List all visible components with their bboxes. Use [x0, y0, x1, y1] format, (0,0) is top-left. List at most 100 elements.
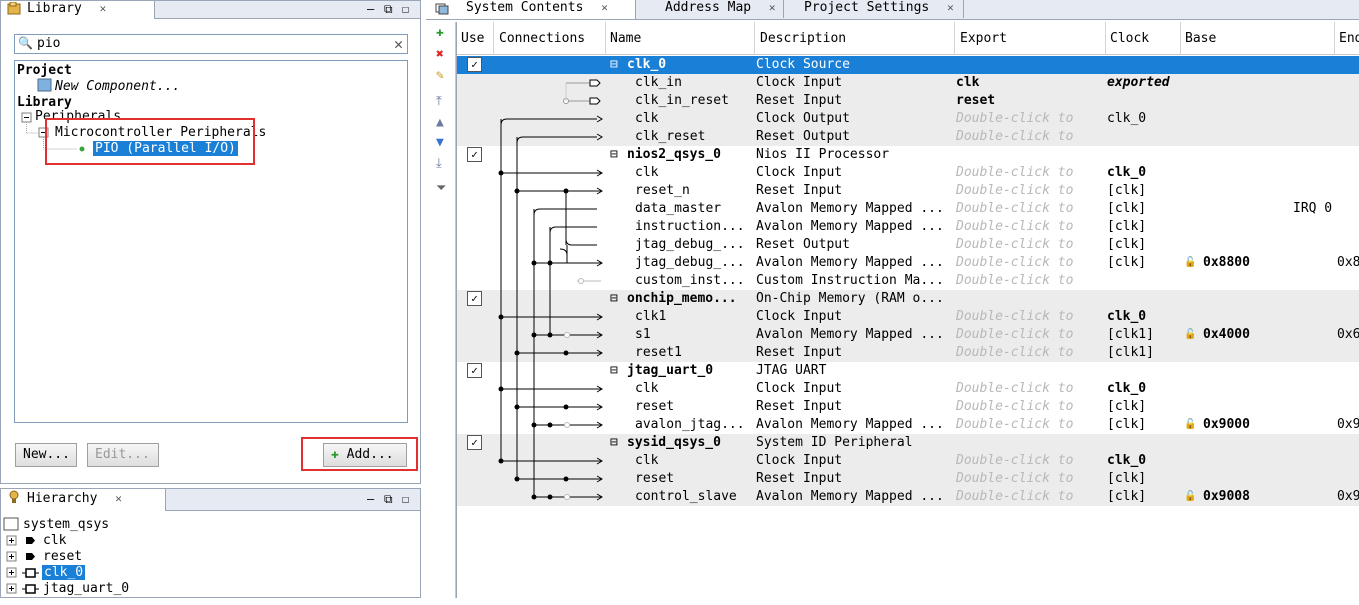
component-row[interactable]: ✓ ⊟ clk_0 Clock Source [457, 56, 1359, 74]
new-button[interactable]: New... [15, 443, 77, 467]
minimize-icon[interactable]: — [367, 492, 374, 506]
component-row[interactable]: ✓ ⊟ onchip_memo... On-Chip Memory (RAM o... [457, 290, 1359, 308]
restore-icon[interactable]: ⧉ [384, 492, 393, 507]
minimize-icon[interactable]: — [367, 2, 374, 16]
use-checkbox[interactable]: ✓ [467, 291, 482, 306]
interface-row[interactable]: control_slave Avalon Memory Mapped ... Dou… [457, 488, 1359, 506]
hierarchy-item-clk[interactable]: clk [43, 533, 66, 548]
hierarchy-item-reset[interactable]: reset [43, 549, 82, 564]
column-header-end[interactable]: End [1339, 31, 1359, 46]
collapse-icon[interactable]: ⊟ [610, 57, 618, 72]
close-icon[interactable]: ✕ [947, 1, 954, 14]
use-checkbox[interactable]: ✓ [467, 147, 482, 162]
lock-icon[interactable]: 🔓 [1184, 419, 1196, 430]
tab-system-contents[interactable]: System Contents ✕ [426, 0, 636, 19]
filter-icon[interactable]: ⏷ [436, 182, 446, 196]
use-checkbox[interactable]: ✓ [467, 363, 482, 378]
edit-icon[interactable]: ✎ [436, 69, 444, 83]
interface-row[interactable]: jtag_debug_... Avalon Memory Mapped ... Do… [457, 254, 1359, 272]
interface-row[interactable]: reset Reset Input Double-click to [clk] [457, 470, 1359, 488]
use-checkbox[interactable]: ✓ [467, 57, 482, 72]
restore-icon[interactable]: ⧉ [384, 2, 393, 17]
interface-row[interactable]: jtag_debug_... Reset Output Double-click t… [457, 236, 1359, 254]
library-icon [7, 1, 22, 16]
column-header-export[interactable]: Export [960, 31, 1007, 46]
tab-library[interactable]: Library ✕ [1, 1, 155, 19]
hierarchy-item-clk-0[interactable]: clk_0 [42, 565, 86, 580]
clear-search-icon[interactable]: ✕ [394, 35, 403, 53]
collapse-icon[interactable]: ⊟ [610, 147, 618, 162]
lock-icon[interactable]: 🔓 [1184, 491, 1196, 502]
interface-name: jtag_debug_... [635, 237, 745, 252]
move-up-icon[interactable]: ▲ [436, 116, 444, 130]
close-icon[interactable]: ✕ [115, 492, 122, 505]
interface-name: avalon_jtag... [635, 417, 745, 432]
collapse-icon[interactable]: ⊟ [610, 435, 618, 450]
interface-row[interactable]: reset_n Reset Input Double-click to [clk] [457, 182, 1359, 200]
description: Reset Input [756, 183, 843, 198]
column-header-name[interactable]: Name [610, 31, 641, 46]
interface-row[interactable]: clk_in Clock Input clk exported [457, 74, 1359, 92]
interface-row[interactable]: clk1 Clock Input Double-click to clk_0 [457, 308, 1359, 326]
system-contents-icon [434, 1, 449, 15]
maximize-icon[interactable]: ☐ [402, 492, 409, 506]
component-row[interactable]: ✓ ⊟ sysid_qsys_0 System ID Peripheral [457, 434, 1359, 452]
component-name: nios2_qsys_0 [627, 147, 721, 162]
interface-row[interactable]: clk_in_reset Reset Input reset [457, 92, 1359, 110]
component-row[interactable]: ✓ ⊟ nios2_qsys_0 Nios II Processor [457, 146, 1359, 164]
interface-name: clk_in_reset [635, 93, 729, 108]
search-input[interactable]: 🔍 pio ✕ [14, 34, 408, 54]
interface-row[interactable]: instruction... Avalon Memory Mapped ... Do… [457, 218, 1359, 236]
interface-name: reset [635, 399, 675, 414]
component-row[interactable]: ✓ ⊟ jtag_uart_0 JTAG UART [457, 362, 1359, 380]
export-hint: Double-click to [956, 489, 1074, 504]
maximize-icon[interactable]: ☐ [402, 2, 409, 16]
move-top-icon[interactable]: ⤒ [436, 95, 442, 109]
interface-row[interactable]: clk Clock Input Double-click to clk_0 [457, 452, 1359, 470]
add-button[interactable]: ✚ Add... [323, 443, 407, 467]
description: Reset Input [756, 399, 843, 414]
export-hint: Double-click to [956, 471, 1074, 486]
column-header-clock[interactable]: Clock [1110, 31, 1149, 46]
tab-hierarchy[interactable]: Hierarchy ✕ [1, 489, 166, 511]
edit-button[interactable]: Edit... [87, 443, 159, 467]
interface-row[interactable]: clk Clock Input Double-click to clk_0 [457, 164, 1359, 182]
close-icon[interactable]: ✕ [100, 2, 107, 15]
tab-address-map[interactable]: Address Map ✕ [639, 0, 784, 18]
lock-icon[interactable]: 🔓 [1184, 257, 1196, 268]
column-header-description[interactable]: Description [760, 31, 846, 46]
hierarchy-item-system-qsys[interactable]: system_qsys [23, 517, 109, 532]
move-bottom-icon[interactable]: ⤓ [436, 157, 442, 171]
interface-row[interactable]: clk Clock Output Double-click to clk_0 [457, 110, 1359, 128]
interface-row[interactable]: reset Reset Input Double-click to [clk] [457, 398, 1359, 416]
interface-row[interactable]: data_master Avalon Memory Mapped ... Doubl… [457, 200, 1359, 218]
remove-icon[interactable]: ✖ [436, 48, 444, 62]
interface-row[interactable]: reset1 Reset Input Double-click to [clk1] [457, 344, 1359, 362]
collapse-icon[interactable]: ⊟ [610, 363, 618, 378]
add-icon[interactable]: ✚ [436, 26, 444, 40]
lock-icon[interactable]: 🔓 [1184, 329, 1196, 340]
move-down-icon[interactable]: ▼ [436, 136, 444, 150]
description: On-Chip Memory (RAM o... [756, 291, 944, 306]
close-icon[interactable]: ✕ [769, 1, 776, 14]
clock-value: clk_0 [1107, 309, 1147, 324]
column-header-connections[interactable]: Connections [499, 31, 585, 46]
interface-row[interactable]: avalon_jtag... Avalon Memory Mapped ... Do… [457, 416, 1359, 434]
component-name: onchip_memo... [627, 291, 737, 306]
interface-row[interactable]: custom_inst... Custom Instruction Ma... Do… [457, 272, 1359, 290]
interface-row[interactable]: s1 Avalon Memory Mapped ... Double-click t… [457, 326, 1359, 344]
interface-row[interactable]: clk Clock Input Double-click to clk_0 [457, 380, 1359, 398]
tab-project-settings[interactable]: Project Settings ✕ [786, 0, 964, 18]
interface-row[interactable]: clk_reset Reset Output Double-click to [457, 128, 1359, 146]
column-header-use[interactable]: Use [461, 31, 484, 46]
tree-library: Library [17, 95, 72, 110]
close-icon[interactable]: ✕ [601, 1, 608, 14]
use-checkbox[interactable]: ✓ [467, 435, 482, 450]
collapse-icon[interactable]: ⊟ [610, 291, 618, 306]
base-address: 0x9008 [1203, 489, 1250, 504]
tree-new-component[interactable]: New Component... [55, 79, 180, 94]
hierarchy-item-jtag-uart-0[interactable]: jtag_uart_0 [43, 581, 129, 596]
interface-name: control_slave [635, 489, 737, 504]
library-tab-label: Library [27, 1, 82, 16]
column-header-base[interactable]: Base [1185, 31, 1216, 46]
